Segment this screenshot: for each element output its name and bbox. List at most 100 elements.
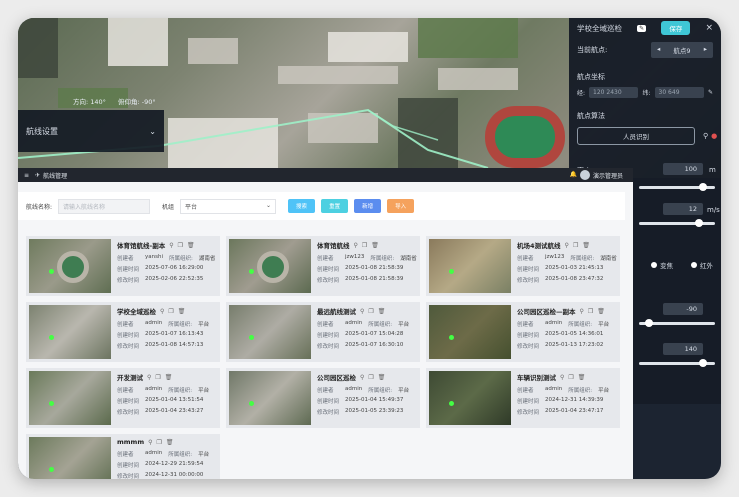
trash-icon[interactable]: 🗑 xyxy=(187,242,195,249)
heading-slider[interactable] xyxy=(639,359,715,367)
import-button[interactable]: 导入 xyxy=(387,199,415,213)
copy-icon[interactable]: ❐ xyxy=(168,308,173,315)
pin-icon[interactable]: ⚲ xyxy=(169,242,173,249)
creator-value: admin xyxy=(545,386,563,392)
add-button[interactable]: 新增 xyxy=(354,199,382,213)
menu-icon[interactable]: ≡ xyxy=(24,172,29,179)
route-info: mmmm ⚲ ❐ 🗑 创建者 admin 所属组织: 平台 创建时间 2024-12-29 21:… xyxy=(111,437,217,479)
edit-icon[interactable]: ✎ xyxy=(637,24,647,32)
route-card[interactable]: 公司园区巡检—副本 ⚲ ❐ 🗑 创建者 admin 所属组织: 平台 创建时间 2025-01-0… xyxy=(426,302,620,362)
route-thumbnail[interactable] xyxy=(29,437,111,479)
route-card[interactable]: 体育馆航线 ⚲ ❐ 🗑 创建者 jzw123 所属组织: 湖南省 创建时间 2025-01-08 … xyxy=(226,236,420,296)
pin-icon[interactable]: ⚲ xyxy=(354,242,358,249)
route-thumbnail[interactable] xyxy=(429,305,511,359)
created-value: 2025-01-05 14:36:01 xyxy=(545,331,604,337)
pen-icon[interactable]: ✎ xyxy=(708,89,713,96)
pitch-slider[interactable] xyxy=(639,319,715,327)
trash-icon[interactable]: 🗑 xyxy=(371,242,379,249)
next-waypoint-icon[interactable]: ▸ xyxy=(704,45,707,55)
route-card[interactable]: 机场4测试航线 ⚲ ❐ 🗑 创建者 jzw123 所属组织: 湖南省 创建时间 2025-01-0… xyxy=(426,236,620,296)
copy-icon[interactable]: ❐ xyxy=(568,374,573,381)
route-name-input[interactable]: 请输入航线名称 xyxy=(58,198,151,214)
created-key: 创建时间 xyxy=(117,399,140,405)
altitude-input[interactable]: 100 xyxy=(663,163,703,175)
direction-readout: 方向: 140° xyxy=(73,98,106,106)
lat-input[interactable]: 30 649 xyxy=(654,87,704,98)
copy-icon[interactable]: ❐ xyxy=(588,308,593,315)
zoom-radio[interactable]: 变焦 xyxy=(651,260,673,270)
route-card[interactable]: 学校全域巡检 ⚲ ❐ 🗑 创建者 admin 所属组织: 平台 创建时间 2025-01-07 1… xyxy=(26,302,220,362)
route-manager-window: ≡ ✈ 航线管理 🔔 演示管理员 航线名称: 请输入航线名称 机组 平台 ⌄ 搜… xyxy=(18,168,633,479)
copy-icon[interactable]: ❐ xyxy=(155,374,160,381)
route-card[interactable]: 体育馆航线-副本 ⚲ ❐ 🗑 创建者 yanshi 所属组织: 湖南省 创建时间 2025-07-… xyxy=(26,236,220,296)
trash-icon[interactable]: 🗑 xyxy=(165,374,173,381)
start-point-marker xyxy=(449,269,454,274)
filter-bar: 航线名称: 请输入航线名称 机组 平台 ⌄ 搜索 重置 新增 导入 xyxy=(18,192,625,220)
route-thumbnail[interactable] xyxy=(229,239,311,293)
creator-value: admin xyxy=(345,320,363,326)
start-point-marker xyxy=(49,401,54,406)
modified-value: 2025-01-04 23:43:27 xyxy=(145,408,204,414)
delete-icon[interactable]: ● xyxy=(711,132,717,140)
reset-button[interactable]: 重置 xyxy=(321,199,349,213)
trash-icon[interactable]: 🗑 xyxy=(378,374,386,381)
org-label: 所属组织: xyxy=(370,256,395,262)
copy-icon[interactable]: ❐ xyxy=(573,242,578,249)
person-detect-button[interactable]: 人员识别 xyxy=(577,127,695,145)
creator-key: 创建者 xyxy=(317,322,334,328)
pin-icon[interactable]: ⚲ xyxy=(565,242,569,249)
pitch-input[interactable]: -90 xyxy=(663,303,703,315)
speed-slider[interactable] xyxy=(639,219,715,227)
pin-icon[interactable]: ⚲ xyxy=(360,374,364,381)
pin-icon[interactable]: ⚲ xyxy=(148,439,152,446)
created-value: 2025-01-07 16:13:43 xyxy=(145,331,204,337)
search-button[interactable]: 搜索 xyxy=(288,199,316,213)
prev-waypoint-icon[interactable]: ◂ xyxy=(657,45,660,55)
copy-icon[interactable]: ❐ xyxy=(157,439,162,446)
close-icon[interactable]: × xyxy=(705,23,713,33)
user-menu[interactable]: 演示管理员 xyxy=(579,170,623,180)
platform-label: 机组 xyxy=(162,203,175,211)
route-card[interactable]: 最远航线测试 ⚲ ❐ 🗑 创建者 admin 所属组织: 平台 创建时间 2025-01-07 1… xyxy=(226,302,420,362)
trash-icon[interactable]: 🗑 xyxy=(597,308,605,315)
pin-icon[interactable]: ⚲ xyxy=(560,374,564,381)
heading-input[interactable]: 140 xyxy=(663,343,703,355)
infrared-radio[interactable]: 红外 xyxy=(691,260,713,270)
trash-icon[interactable]: 🗑 xyxy=(166,439,174,446)
pin-icon[interactable]: ⚲ xyxy=(580,308,584,315)
trash-icon[interactable]: 🗑 xyxy=(582,242,590,249)
route-thumbnail[interactable] xyxy=(229,371,311,425)
route-thumbnail[interactable] xyxy=(29,305,111,359)
route-settings-toggle[interactable]: 航线设置 ⌄ xyxy=(18,110,164,152)
trash-icon[interactable]: 🗑 xyxy=(378,308,386,315)
route-thumbnail[interactable] xyxy=(229,305,311,359)
platform-select[interactable]: 平台 ⌄ xyxy=(180,198,277,214)
route-card[interactable]: mmmm ⚲ ❐ 🗑 创建者 admin 所属组织: 平台 创建时间 2024-12-29 21:… xyxy=(26,434,220,479)
window-title: 航线管理 xyxy=(43,172,68,180)
pin-icon[interactable]: ⚲ xyxy=(360,308,364,315)
route-thumbnail[interactable] xyxy=(29,239,111,293)
route-card[interactable]: 车辆识别测试 ⚲ ❐ 🗑 创建者 admin 所属组织: 平台 创建时间 2024-12-31 1… xyxy=(426,368,620,428)
pin-icon[interactable]: ⚲ xyxy=(160,308,164,315)
copy-icon[interactable]: ❐ xyxy=(362,242,367,249)
trash-icon[interactable]: 🗑 xyxy=(578,374,586,381)
lng-input[interactable]: 120 2430 xyxy=(589,87,639,98)
copy-icon[interactable]: ❐ xyxy=(368,308,373,315)
route-thumbnail[interactable] xyxy=(429,239,511,293)
pin-icon[interactable]: ⚲ xyxy=(147,374,151,381)
route-thumbnail[interactable] xyxy=(429,371,511,425)
speed-input[interactable]: 12 xyxy=(663,203,703,215)
altitude-slider[interactable] xyxy=(639,183,715,191)
trash-icon[interactable]: 🗑 xyxy=(178,308,186,315)
org-value: 平台 xyxy=(598,322,610,328)
bell-icon[interactable]: 🔔 xyxy=(570,171,577,178)
waypoint-selector[interactable]: ◂ 航点9 ▸ xyxy=(651,42,713,58)
route-card[interactable]: 开发测试 ⚲ ❐ 🗑 创建者 admin 所属组织: 平台 创建时间 2025-01-04 13:… xyxy=(26,368,220,428)
chevron-down-icon: ⌄ xyxy=(266,201,272,209)
copy-icon[interactable]: ❐ xyxy=(368,374,373,381)
route-card[interactable]: 公司园区巡检 ⚲ ❐ 🗑 创建者 admin 所属组织: 平台 创建时间 2025-01-04 1… xyxy=(226,368,420,428)
link-icon[interactable]: ⚲ xyxy=(703,132,708,140)
save-button[interactable]: 保存 xyxy=(661,21,691,35)
route-thumbnail[interactable] xyxy=(29,371,111,425)
copy-icon[interactable]: ❐ xyxy=(178,242,183,249)
